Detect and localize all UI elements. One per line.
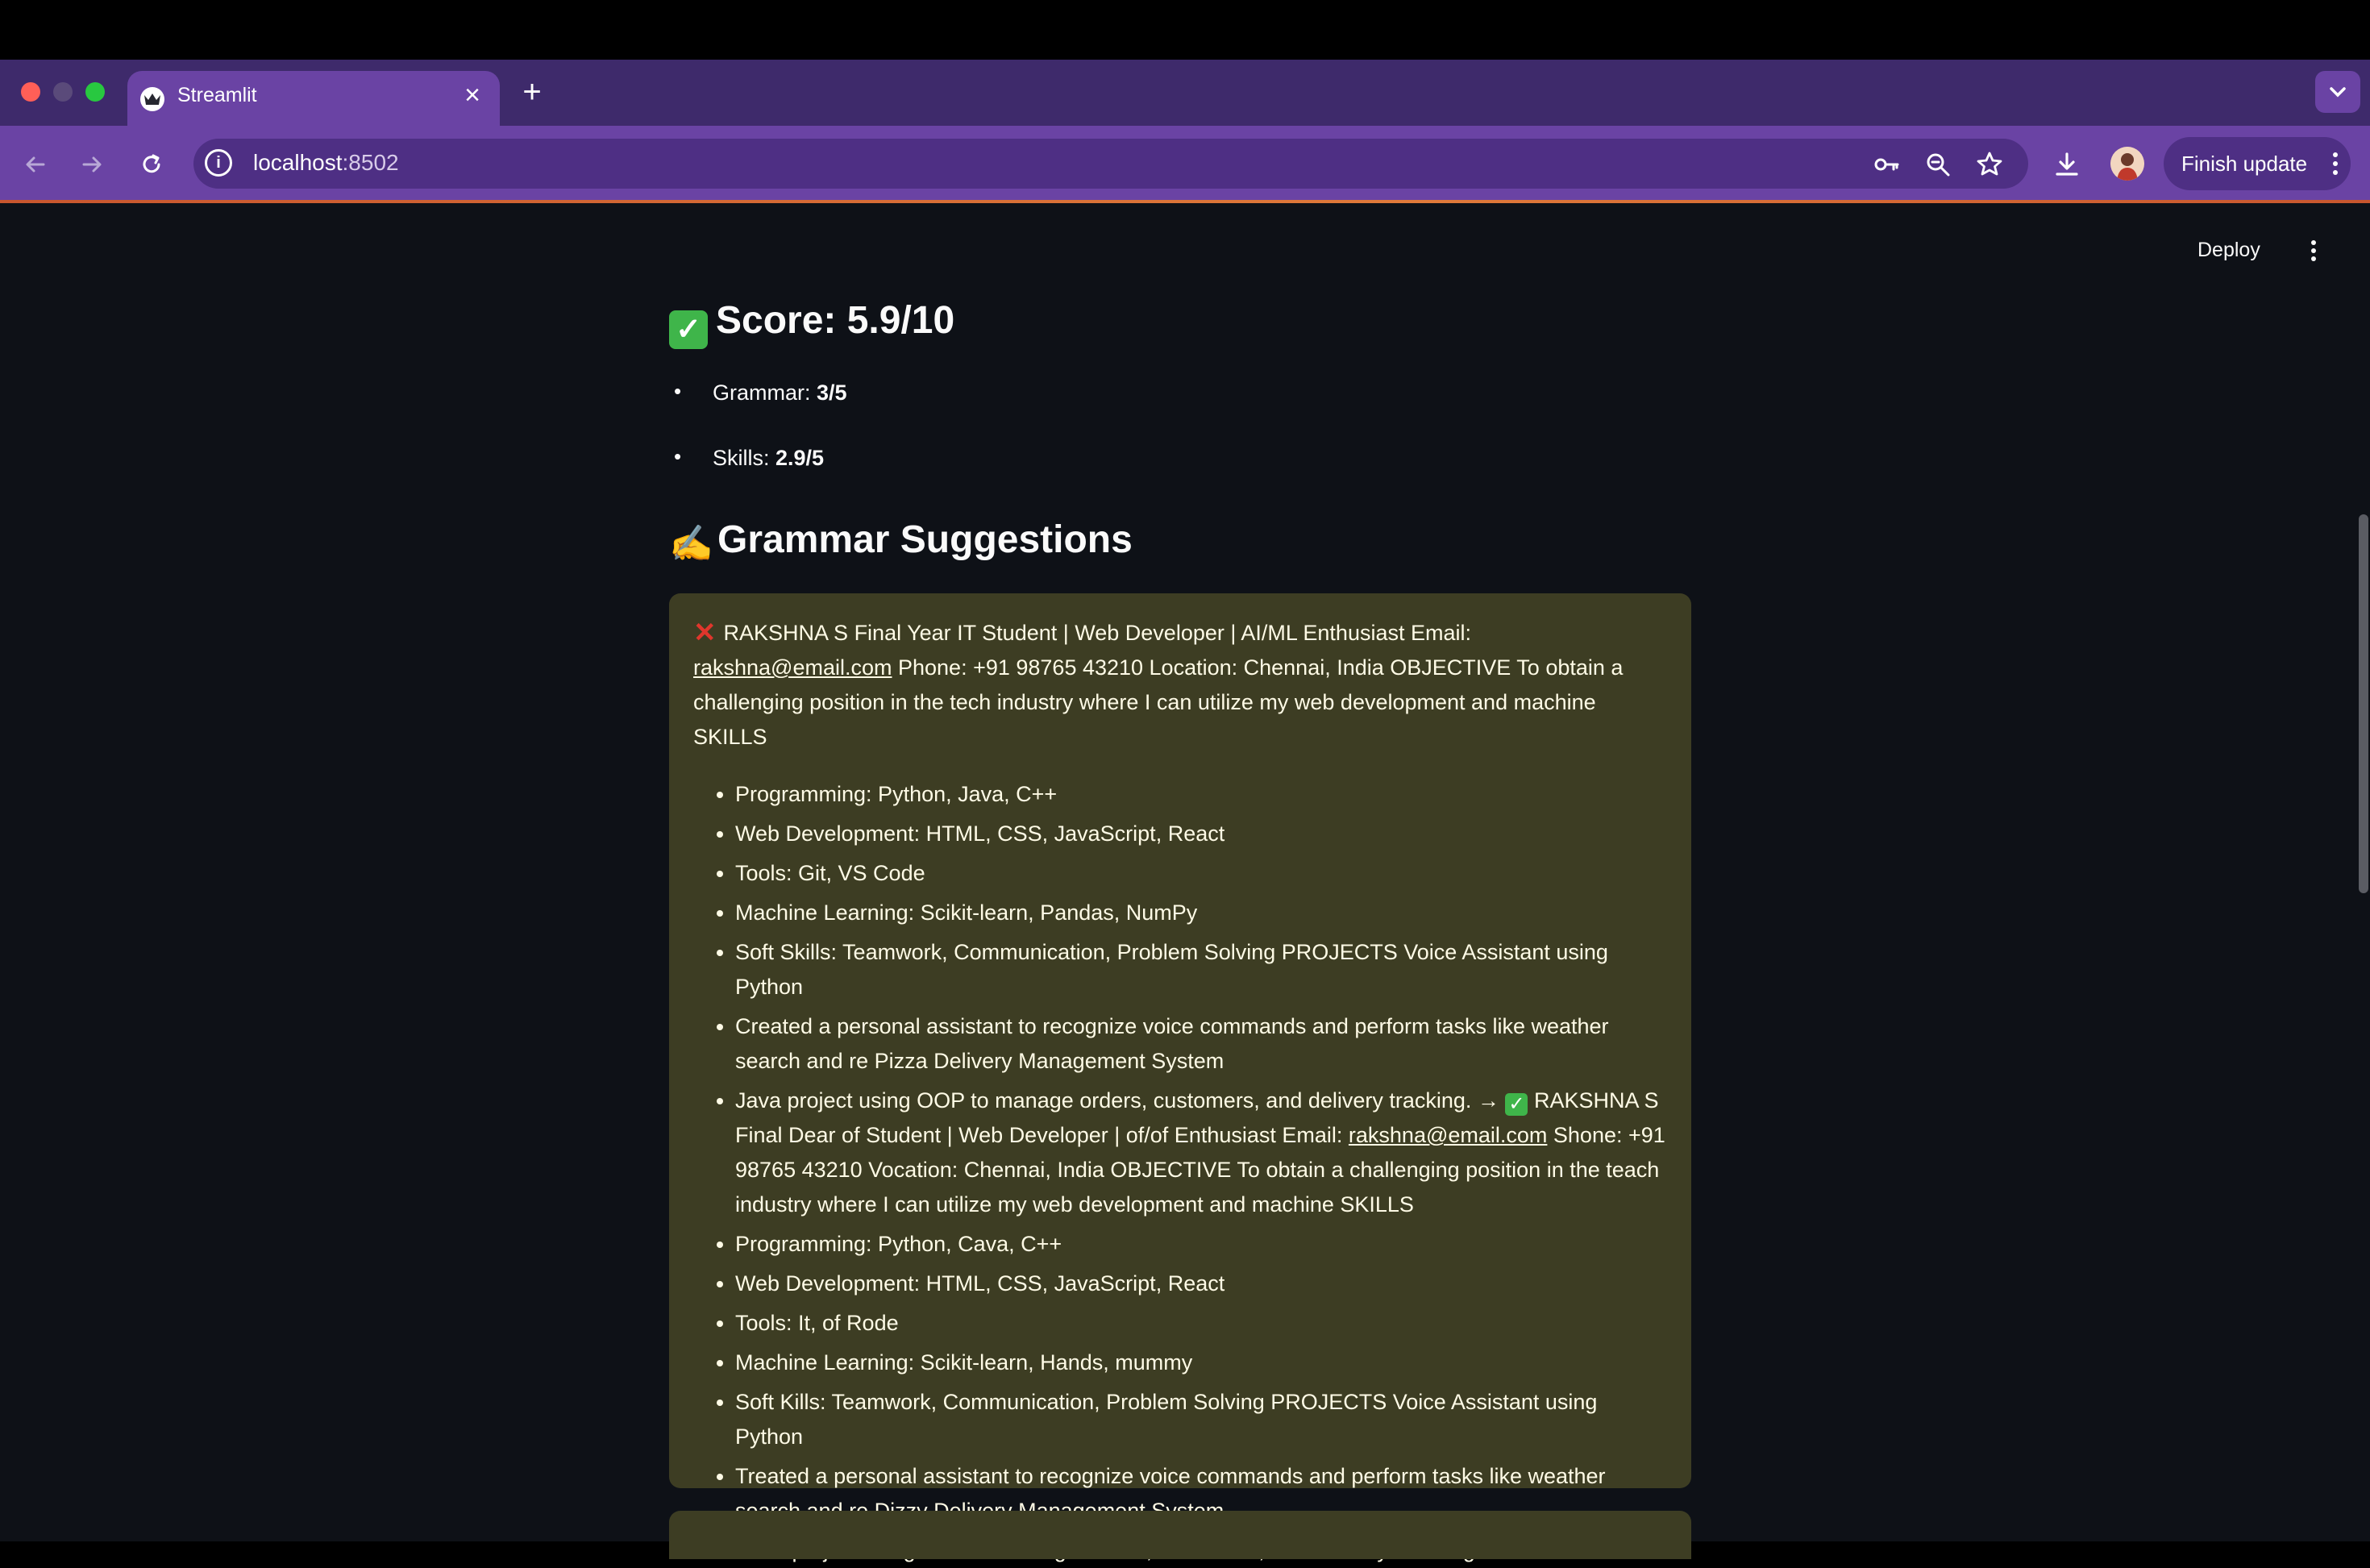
check-mark-icon: ✓ bbox=[1505, 1093, 1528, 1116]
list-item: Programming: Python, Cava, C++ bbox=[735, 1227, 1667, 1262]
close-window-button[interactable] bbox=[21, 82, 40, 102]
chevron-down-icon bbox=[2330, 87, 2346, 98]
score-heading: ✓ Score: 5.9/10 bbox=[669, 298, 954, 349]
main-menu-icon[interactable] bbox=[2304, 239, 2323, 263]
zoom-icon[interactable] bbox=[1923, 150, 1952, 179]
forward-button[interactable] bbox=[73, 145, 111, 184]
list-item: Programming: Python, Java, C++ bbox=[735, 777, 1667, 812]
page-scrollbar[interactable] bbox=[2359, 514, 2368, 893]
browser-tab[interactable]: Streamlit × bbox=[127, 71, 500, 126]
list-item: Created a personal assistant to recogniz… bbox=[735, 1009, 1667, 1079]
new-tab-button[interactable]: + bbox=[516, 76, 548, 108]
profile-avatar[interactable] bbox=[2110, 147, 2144, 181]
email-link[interactable]: rakshna@email.com bbox=[1349, 1123, 1548, 1147]
finish-update-button[interactable]: Finish update bbox=[2164, 137, 2351, 190]
maximize-window-button[interactable] bbox=[85, 82, 105, 102]
minimize-window-button[interactable] bbox=[53, 82, 73, 102]
forward-icon bbox=[82, 156, 102, 173]
more-vert-icon bbox=[2331, 150, 2339, 181]
password-key-icon[interactable] bbox=[1872, 150, 1901, 179]
list-item: Machine Learning: Scikit-learn, Hands, m… bbox=[735, 1345, 1667, 1380]
site-info-icon[interactable]: i bbox=[205, 149, 232, 177]
cross-mark-icon: ✕ bbox=[693, 618, 717, 648]
reload-button[interactable] bbox=[132, 145, 171, 184]
list-item: Machine Learning: Scikit-learn, Pandas, … bbox=[735, 896, 1667, 930]
list-item: Java project using OOP to manage orders,… bbox=[735, 1083, 1667, 1222]
reload-icon bbox=[143, 154, 160, 173]
metric-skills: Skills: 2.9/5 bbox=[674, 444, 824, 471]
suggestion-list: Programming: Python, Java, C++ Web Devel… bbox=[693, 777, 1667, 1568]
list-item: Soft Kills: Teamwork, Communication, Pro… bbox=[735, 1385, 1667, 1454]
deploy-button[interactable]: Deploy bbox=[2197, 239, 2260, 262]
grammar-suggestion-callout: ✕ RAKSHNA S Final Year IT Student | Web … bbox=[669, 593, 1691, 1562]
list-item: Web Development: HTML, CSS, JavaScript, … bbox=[735, 1266, 1667, 1301]
next-suggestion-callout bbox=[669, 1511, 1691, 1559]
list-item: Tools: Git, VS Code bbox=[735, 856, 1667, 891]
back-button[interactable] bbox=[16, 145, 55, 184]
writing-hand-icon: ✍ bbox=[669, 524, 713, 564]
address-bar[interactable]: i localhost:8502 bbox=[193, 139, 2028, 189]
email-link[interactable]: rakshna@email.com bbox=[693, 655, 892, 680]
grammar-suggestions-heading: ✍ Grammar Suggestions bbox=[669, 518, 1133, 564]
suggestion-intro: ✕ RAKSHNA S Final Year IT Student | Web … bbox=[693, 618, 1624, 749]
metric-grammar: Grammar: 3/5 bbox=[674, 379, 846, 406]
tab-search-button[interactable] bbox=[2315, 71, 2360, 113]
streamlit-crown-icon bbox=[140, 87, 164, 111]
back-icon bbox=[26, 156, 45, 173]
screen-top-bar bbox=[0, 0, 2370, 60]
list-item: Tools: It, of Rode bbox=[735, 1306, 1667, 1341]
streamlit-app: Deploy ✓Score: 5.9/10 Grammar: 3/5 Skill… bbox=[0, 203, 2370, 1562]
url-text[interactable]: localhost:8502 bbox=[253, 150, 399, 176]
download-icon[interactable] bbox=[2052, 150, 2081, 179]
finish-update-label: Finish update bbox=[2181, 152, 2308, 176]
list-item: Web Development: HTML, CSS, JavaScript, … bbox=[735, 817, 1667, 851]
bookmark-star-icon[interactable] bbox=[1975, 150, 2004, 179]
check-mark-icon: ✓ bbox=[669, 310, 708, 349]
tab-title: Streamlit bbox=[177, 84, 257, 106]
tab-close-icon[interactable]: × bbox=[456, 79, 489, 111]
list-item: Soft Skills: Teamwork, Communication, Pr… bbox=[735, 935, 1667, 1004]
